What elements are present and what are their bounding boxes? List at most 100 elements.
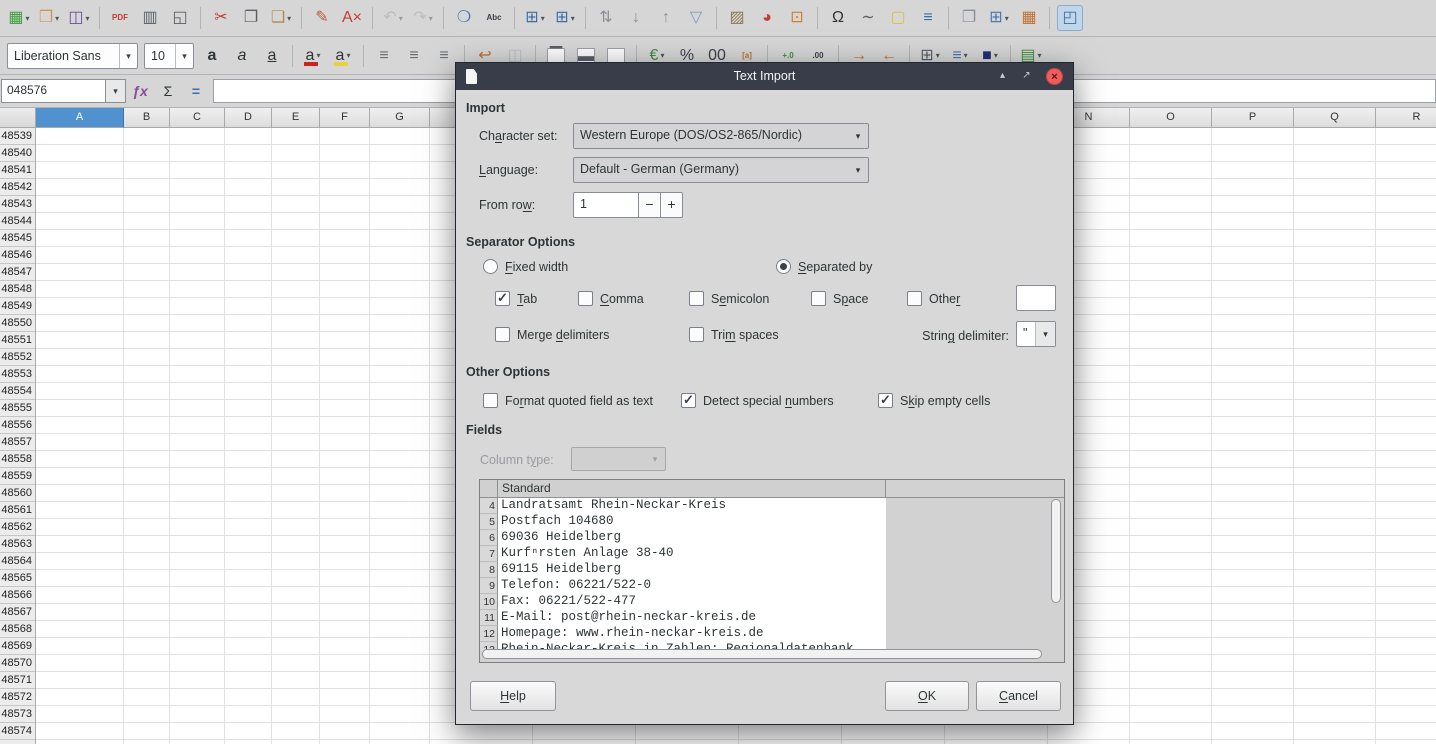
chevron-down-icon[interactable]: ▾	[105, 79, 126, 103]
checkbox-icon[interactable]	[495, 327, 510, 342]
preview-row[interactable]: 11E-Mail: post@rhein-neckar-kreis.de	[480, 610, 1064, 626]
character-set-dropdown[interactable]: Western Europe (DOS/OS2-865/Nordic) ▾	[573, 123, 869, 149]
row-header-48547[interactable]: 48547	[0, 264, 35, 281]
row-header-48541[interactable]: 48541	[0, 162, 35, 179]
chevron-down-icon[interactable]: ▾	[429, 14, 433, 23]
align-center-icon[interactable]: ≡	[401, 43, 427, 69]
checkbox-icon[interactable]	[689, 327, 704, 342]
tab-checkbox[interactable]: Tab	[495, 291, 537, 306]
preview-row[interactable]: 5Postfach 104680	[480, 514, 1064, 530]
preview-row[interactable]: 9Telefon: 06221/522-0	[480, 578, 1064, 594]
preview-row[interactable]: 12Homepage: www.rhein-neckar-kreis.de	[480, 626, 1064, 642]
align-right-icon[interactable]: ≡	[431, 43, 457, 69]
preview-column-header[interactable]: Standard	[498, 480, 886, 498]
clone-formatting-icon[interactable]: ✎	[309, 5, 335, 31]
checkbox-icon[interactable]	[483, 393, 498, 408]
row-header-48548[interactable]: 48548	[0, 281, 35, 298]
column-header-p[interactable]: P	[1212, 108, 1294, 128]
preview-vertical-scrollbar[interactable]	[1050, 499, 1062, 647]
chevron-down-icon[interactable]: ▾	[316, 51, 320, 60]
autofilter-icon[interactable]: ▽	[683, 5, 709, 31]
row-header-48555[interactable]: 48555	[0, 400, 35, 417]
freeform-line-icon[interactable]: ∼	[855, 5, 881, 31]
font-name-combo[interactable]: Liberation Sans ▾	[7, 43, 138, 69]
paste-icon[interactable]: ❏▾	[268, 5, 294, 31]
chevron-down-icon[interactable]: ▾	[994, 51, 998, 60]
chevron-down-icon[interactable]: ▾	[346, 51, 350, 60]
select-all-corner[interactable]	[0, 108, 36, 128]
trim-spaces-checkbox[interactable]: Trim spaces	[689, 327, 779, 342]
checkbox-icon[interactable]	[907, 291, 922, 306]
column-header-e[interactable]: E	[272, 108, 320, 128]
row-header-48568[interactable]: 48568	[0, 621, 35, 638]
row-header-48557[interactable]: 48557	[0, 434, 35, 451]
preview-row[interactable]: 869115 Heidelberg	[480, 562, 1064, 578]
row-header-48546[interactable]: 48546	[0, 247, 35, 264]
scrollbar-thumb[interactable]	[482, 649, 1042, 659]
row-header-48552[interactable]: 48552	[0, 349, 35, 366]
close-icon[interactable]: ×	[1046, 68, 1063, 85]
chevron-down-icon[interactable]: ▾	[660, 51, 664, 60]
chevron-down-icon[interactable]: ▾	[964, 51, 968, 60]
row-header-48539[interactable]: 48539	[0, 128, 35, 145]
chevron-down-icon[interactable]: ▾	[55, 14, 59, 23]
print-icon[interactable]: ▥	[137, 5, 163, 31]
from-row-input[interactable]: 1	[573, 192, 639, 218]
chevron-down-icon[interactable]: ▾	[175, 44, 193, 68]
semicolon-checkbox[interactable]: Semicolon	[689, 291, 769, 306]
show-draw-functions-icon[interactable]: ◰	[1057, 5, 1083, 31]
sort-descending-icon[interactable]: ↑	[653, 5, 679, 31]
find-replace-icon[interactable]: ❍	[451, 5, 477, 31]
checkbox-icon[interactable]	[811, 291, 826, 306]
sort-ascending-icon[interactable]: ↓	[623, 5, 649, 31]
cut-icon[interactable]: ✂	[208, 5, 234, 31]
undo-icon[interactable]: ↶▾	[380, 5, 406, 31]
headers-footers-icon[interactable]: ≡	[915, 5, 941, 31]
separated-by-radio[interactable]: Separated by	[776, 259, 872, 274]
row-header-48574[interactable]: 48574	[0, 723, 35, 740]
column-header-r[interactable]: R	[1376, 108, 1436, 128]
language-dropdown[interactable]: Default - German (Germany) ▾	[573, 157, 869, 183]
dialog-titlebar[interactable]: Text Import ▴ ↗ ×	[456, 63, 1073, 90]
sum-icon[interactable]: Σ	[155, 79, 181, 103]
preview-row[interactable]: 4Landratsamt Rhein-Neckar-Kreis	[480, 498, 1064, 514]
highlighting-color-icon[interactable]: a▾	[330, 43, 356, 69]
radio-icon[interactable]	[483, 259, 498, 274]
insert-chart-icon[interactable]: ◕	[754, 5, 780, 31]
freeze-panes-icon[interactable]: ⊞▾	[986, 5, 1012, 31]
preview-row[interactable]: 7Kurfⁿrsten Anlage 38-40	[480, 546, 1064, 562]
name-box[interactable]: 048576 ▾	[1, 79, 126, 103]
ok-button[interactable]: OK	[885, 681, 969, 711]
space-checkbox[interactable]: Space	[811, 291, 868, 306]
insert-comment-icon[interactable]: ▢	[885, 5, 911, 31]
pivot-table-icon[interactable]: ⊡	[784, 5, 810, 31]
chevron-down-icon[interactable]: ▾	[26, 14, 30, 23]
restore-icon[interactable]: ↗	[1018, 68, 1035, 85]
chevron-down-icon[interactable]: ▾	[287, 14, 291, 23]
preview-row[interactable]: 669036 Heidelberg	[480, 530, 1064, 546]
row-header-48542[interactable]: 48542	[0, 179, 35, 196]
column-header-b[interactable]: B	[124, 108, 170, 128]
insert-column-icon[interactable]: ⊞▾	[552, 5, 578, 31]
print-area-icon[interactable]: ▦	[1016, 5, 1042, 31]
chevron-down-icon[interactable]: ▾	[86, 14, 90, 23]
shade-icon[interactable]: ▴	[994, 68, 1011, 85]
special-character-icon[interactable]: Ω	[825, 5, 851, 31]
column-header-f[interactable]: F	[320, 108, 370, 128]
column-header-o[interactable]: O	[1130, 108, 1212, 128]
chevron-down-icon[interactable]: ▾	[1038, 51, 1042, 60]
row-header-48571[interactable]: 48571	[0, 672, 35, 689]
redo-icon[interactable]: ↷▾	[410, 5, 436, 31]
column-header-c[interactable]: C	[170, 108, 225, 128]
row-header-48558[interactable]: 48558	[0, 451, 35, 468]
skip-empty-cells-checkbox[interactable]: Skip empty cells	[878, 393, 990, 408]
checkbox-icon[interactable]	[681, 393, 696, 408]
checkbox-icon[interactable]	[578, 291, 593, 306]
font-size-combo[interactable]: 10 ▾	[144, 43, 194, 69]
formula-icon[interactable]: =	[183, 79, 209, 103]
name-box-value[interactable]: 048576	[1, 79, 105, 103]
column-header-d[interactable]: D	[225, 108, 272, 128]
chevron-down-icon[interactable]: ▾	[571, 14, 575, 23]
align-left-icon[interactable]: ≡	[371, 43, 397, 69]
row-header-48565[interactable]: 48565	[0, 570, 35, 587]
